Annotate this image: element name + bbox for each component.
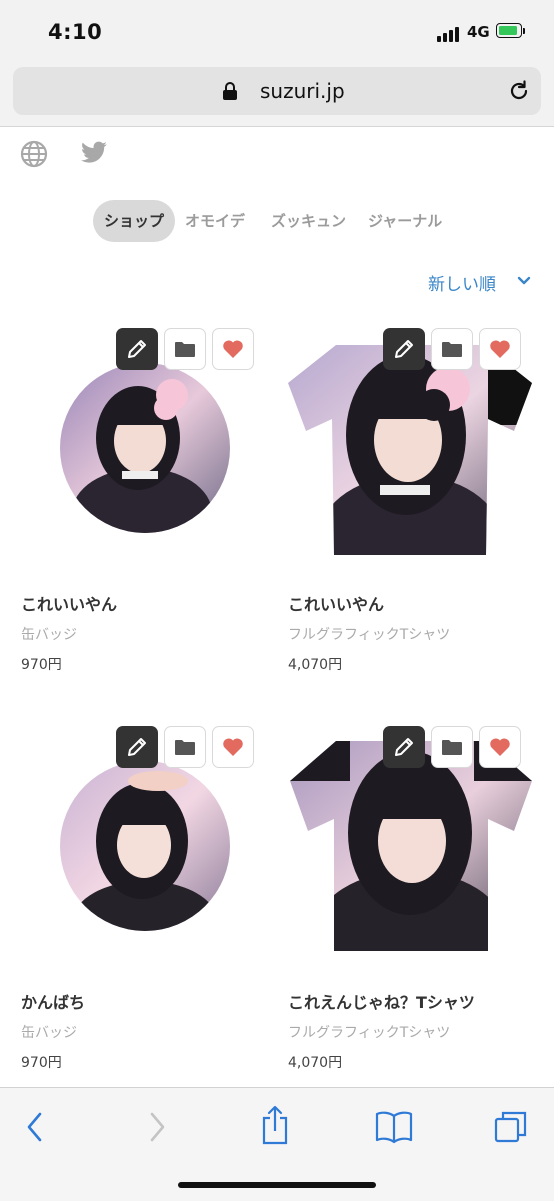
product-category: 缶バッジ — [21, 627, 77, 643]
product-actions — [383, 726, 521, 768]
heart-icon — [490, 340, 510, 358]
like-button[interactable] — [212, 726, 254, 768]
tabs-icon[interactable] — [494, 1110, 528, 1144]
heart-icon — [223, 738, 243, 756]
tab-journal[interactable]: ジャーナル — [368, 200, 442, 242]
reload-icon[interactable] — [507, 79, 531, 103]
url-text: suzuri.jp — [260, 79, 345, 103]
status-bar: 4:10 4G — [0, 0, 554, 62]
product-price: 970円 — [21, 1055, 62, 1071]
product-actions — [383, 328, 521, 370]
sort-select[interactable]: 新しい順 — [428, 270, 496, 295]
product-price: 4,070円 — [288, 657, 343, 673]
edit-button[interactable] — [383, 726, 425, 768]
product-photo — [60, 761, 230, 931]
product-image-badge[interactable] — [60, 761, 230, 931]
heart-icon — [223, 340, 243, 358]
battery-icon — [496, 23, 526, 40]
edit-button[interactable] — [116, 726, 158, 768]
folder-icon — [175, 740, 195, 755]
tab-shop[interactable]: ショップ — [93, 200, 176, 242]
lock-icon — [223, 82, 237, 100]
product-photo — [60, 363, 230, 533]
like-button[interactable] — [479, 726, 521, 768]
product-price: 4,070円 — [288, 1055, 343, 1071]
add-to-folder-button[interactable] — [431, 726, 473, 768]
product-actions — [116, 328, 254, 370]
heart-icon — [490, 738, 510, 756]
pencil-icon — [395, 340, 413, 358]
home-indicator — [178, 1182, 376, 1188]
folder-icon — [175, 342, 195, 357]
product-name[interactable]: これいいやん — [21, 591, 117, 615]
pencil-icon — [395, 738, 413, 756]
product-photo — [288, 345, 532, 555]
pencil-icon — [128, 340, 146, 358]
add-to-folder-button[interactable] — [431, 328, 473, 370]
edit-button[interactable] — [116, 328, 158, 370]
bookmarks-icon[interactable] — [375, 1110, 413, 1144]
add-to-folder-button[interactable] — [164, 726, 206, 768]
folder-icon — [442, 740, 462, 755]
product-image-tshirt[interactable] — [288, 345, 532, 555]
product-price: 970円 — [21, 657, 62, 673]
product-name[interactable]: これいいやん — [288, 591, 384, 615]
tab-zukkyun[interactable]: ズッキュン — [271, 200, 346, 242]
add-to-folder-button[interactable] — [164, 328, 206, 370]
product-photo — [290, 741, 532, 951]
product-category: フルグラフィックTシャツ — [288, 1025, 451, 1041]
folder-icon — [442, 342, 462, 357]
like-button[interactable] — [479, 328, 521, 370]
product-actions — [116, 726, 254, 768]
browser-address-area: suzuri.jp — [0, 62, 554, 127]
address-bar[interactable]: suzuri.jp — [13, 67, 541, 115]
like-button[interactable] — [212, 328, 254, 370]
product-name[interactable]: これえんじゃね？Tシャツ — [288, 989, 475, 1013]
product-category: 缶バッジ — [21, 1025, 77, 1041]
product-image-badge[interactable] — [60, 363, 230, 533]
back-icon[interactable] — [24, 1110, 46, 1144]
globe-icon[interactable] — [20, 140, 48, 168]
page-content: ショップ オモイデ ズッキュン ジャーナル 新しい順 これいいやん 缶バッジ 9… — [0, 127, 554, 1087]
product-category: フルグラフィックTシャツ — [288, 627, 451, 643]
product-image-tshirt[interactable] — [290, 741, 532, 951]
share-icon[interactable] — [259, 1104, 291, 1146]
product-name[interactable]: かんばち — [21, 989, 85, 1013]
signal-icon — [437, 26, 463, 42]
edit-button[interactable] — [383, 328, 425, 370]
forward-icon[interactable] — [146, 1110, 168, 1144]
network-label: 4G — [467, 23, 490, 41]
chevron-down-icon[interactable] — [517, 276, 531, 286]
status-time: 4:10 — [48, 20, 103, 44]
tab-omoide[interactable]: オモイデ — [185, 200, 245, 242]
pencil-icon — [128, 738, 146, 756]
twitter-icon[interactable] — [80, 141, 108, 165]
